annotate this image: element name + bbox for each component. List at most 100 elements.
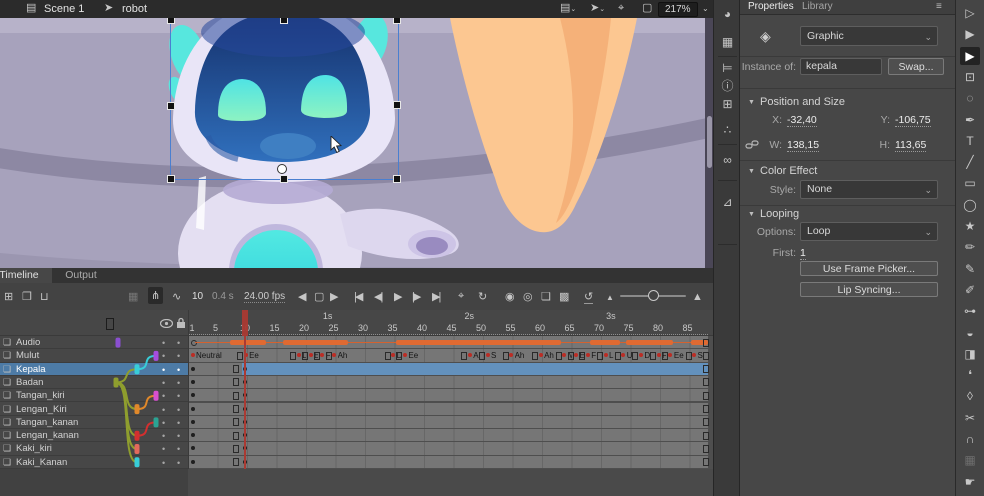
paint-brush-tool-icon[interactable]: ✐	[960, 281, 980, 299]
show-parenting-button[interactable]: ⋔	[148, 287, 163, 304]
tab-output[interactable]: Output	[56, 268, 106, 283]
symbol-type-dropdown[interactable]: Graphic⌄	[800, 26, 938, 46]
layer-name[interactable]: Kaki_Kanan	[16, 457, 67, 468]
layer-parent-swatch[interactable]	[135, 457, 140, 467]
tab-properties[interactable]: Properties	[748, 1, 794, 12]
x-value[interactable]: -32,40	[787, 114, 817, 127]
clip-content-button[interactable]: ▢	[642, 3, 652, 14]
modify-markers-button[interactable]: ▩	[559, 290, 569, 303]
paint-bucket-tool-icon[interactable]: ◒	[960, 324, 980, 342]
delete-layer-button[interactable]: ⊔	[40, 290, 49, 303]
eye-column-icon[interactable]	[160, 319, 173, 328]
graph-editor-button[interactable]: ∿	[172, 290, 181, 303]
stage-zoom-value[interactable]: 217%	[658, 2, 698, 17]
rectangle-tool-icon[interactable]: ▭	[960, 174, 980, 192]
frame-row-tangan_kiri[interactable]	[189, 389, 713, 402]
edit-multiple-frames-button[interactable]: ❏	[541, 290, 551, 303]
center-frame-button[interactable]: ⌖	[618, 3, 624, 14]
selection-handle-mr[interactable]	[393, 101, 401, 109]
section-collapse-arrow[interactable]: ▼	[748, 211, 755, 218]
w-value[interactable]: 138,15	[787, 139, 819, 152]
layer-name[interactable]: Kaki_kiri	[16, 443, 52, 454]
zoom-chevron-icon[interactable]: ⌄	[702, 5, 709, 13]
swatches-panel-icon[interactable]: ▦	[714, 36, 741, 48]
play-button[interactable]: ▶	[394, 290, 402, 303]
current-frame-readout[interactable]: 10	[192, 291, 203, 302]
layer-parent-swatch[interactable]	[135, 431, 140, 441]
onion-skin-button[interactable]: ◉	[505, 290, 515, 303]
frame-size-slider-knob[interactable]	[648, 290, 659, 301]
frame-forward-button[interactable]: |▶	[412, 290, 419, 303]
swap-button[interactable]: Swap...	[888, 58, 944, 75]
ink-bottle-tool-icon[interactable]: ◨	[960, 345, 980, 363]
step-forward-button[interactable]: ▶	[330, 290, 338, 303]
stage-vscrollbar-thumb[interactable]	[707, 116, 712, 168]
zoom-out-frames-button[interactable]: ▲	[606, 293, 614, 302]
fps-readout[interactable]: 24.00 fps	[244, 291, 285, 303]
loop-options-dropdown[interactable]: Loop⌄	[800, 222, 938, 241]
magnet-snap-tool-icon[interactable]: ∩	[960, 430, 980, 448]
color-panel-icon[interactable]: ◕	[714, 8, 741, 20]
subselection-tool-icon[interactable]: ▶	[960, 25, 980, 43]
layer-name[interactable]: Mulut	[16, 350, 39, 361]
step-back-button[interactable]: ◀	[298, 290, 306, 303]
edit-symbols-button[interactable]: ➤⌄	[590, 3, 605, 14]
use-frame-picker-button[interactable]: Use Frame Picker...	[800, 261, 938, 276]
frame-row-badan[interactable]	[189, 376, 713, 389]
tab-library[interactable]: Library	[802, 1, 833, 12]
pen-tool-icon[interactable]: ✒	[960, 111, 980, 129]
lasso-tool-icon[interactable]: ◌	[960, 89, 980, 107]
selection-bounding-box[interactable]	[170, 18, 399, 180]
stage-canvas[interactable]	[0, 18, 713, 268]
section-collapse-arrow[interactable]: ▼	[748, 99, 755, 106]
edit-scene-button[interactable]: ▤⌄	[560, 3, 576, 14]
layer-name[interactable]: Lengan_Kiri	[16, 404, 67, 415]
h-value[interactable]: 113,65	[895, 139, 926, 152]
cc-libraries-icon[interactable]: ∞	[714, 154, 741, 166]
text-tool-icon[interactable]: T	[960, 132, 980, 150]
bone-tool-icon[interactable]: ⊶	[960, 302, 980, 320]
style-dropdown[interactable]: None⌄	[800, 180, 938, 199]
frame-row-audio[interactable]	[189, 336, 713, 349]
layer-parent-swatch[interactable]	[154, 417, 159, 427]
camera-tool-icon[interactable]: ▦	[960, 451, 980, 469]
y-value[interactable]: -106,75	[895, 114, 931, 127]
frame-row-kaki_kanan[interactable]	[189, 456, 713, 469]
stage-vscrollbar[interactable]	[705, 18, 713, 268]
layer-parent-swatch[interactable]	[135, 444, 140, 454]
frame-row-lengan_kiri[interactable]	[189, 403, 713, 416]
free-transform-tool-icon[interactable]: ⊡	[960, 68, 980, 86]
new-folder-button[interactable]: ❐	[22, 290, 32, 303]
reset-timeline-zoom-button[interactable]: ↺	[584, 290, 593, 304]
layer-parent-swatch[interactable]	[135, 404, 140, 414]
polystar-tool-icon[interactable]: ★	[960, 217, 980, 235]
layer-parent-swatch[interactable]	[154, 351, 159, 361]
frame-back-button[interactable]: ◀|	[374, 290, 381, 303]
asset-warp-tool-icon[interactable]: ▶	[960, 47, 980, 65]
hand-tool-icon[interactable]: ☛	[960, 473, 980, 491]
section-collapse-arrow[interactable]: ▼	[748, 168, 755, 175]
transformation-point[interactable]	[277, 164, 287, 174]
selection-handle-ml[interactable]	[167, 102, 175, 110]
layer-parent-swatch[interactable]	[135, 364, 140, 374]
selection-handle-tm[interactable]	[280, 18, 288, 24]
selection-tool-icon[interactable]: ▷	[960, 4, 980, 22]
selection-handle-br[interactable]	[393, 175, 401, 183]
layer-name[interactable]: Tangan_kanan	[16, 417, 78, 428]
pencil-tool-icon[interactable]: ✏	[960, 238, 980, 256]
layer-name[interactable]: Lengan_kanan	[16, 430, 79, 441]
align-panel-icon[interactable]: ⊨	[714, 62, 741, 74]
tab-timeline[interactable]: Timeline	[0, 268, 52, 283]
layer-name[interactable]: Badan	[16, 377, 43, 388]
transform-panel-icon[interactable]: ⊞	[714, 98, 741, 110]
first-frame-value[interactable]: 1	[800, 247, 806, 260]
layer-parent-swatch[interactable]	[114, 378, 119, 388]
zoom-in-frames-button[interactable]: ▲	[692, 291, 703, 303]
line-tool-icon[interactable]: ╱	[960, 153, 980, 171]
frame-row-kepala[interactable]	[189, 363, 713, 376]
selection-handle-tr[interactable]	[393, 18, 401, 24]
panel-menu-icon[interactable]: ≡	[936, 1, 942, 12]
playhead-line[interactable]	[244, 336, 246, 469]
eraser-tool-icon[interactable]: ◊	[960, 387, 980, 405]
eyedropper-tool-icon[interactable]: ❛	[960, 366, 980, 384]
